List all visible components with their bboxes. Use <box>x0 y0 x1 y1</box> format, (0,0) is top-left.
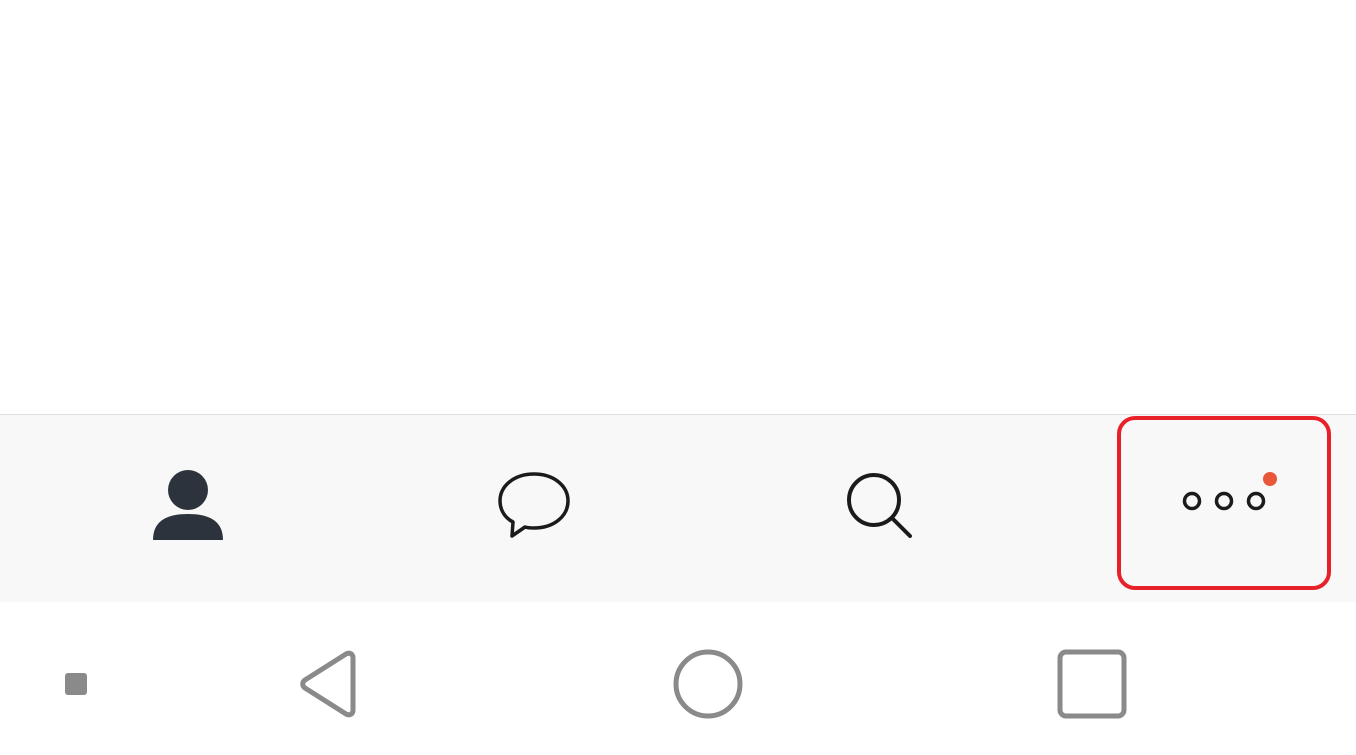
system-nav-bar <box>0 602 1356 755</box>
search-icon <box>844 470 916 547</box>
tab-search[interactable] <box>710 415 1050 602</box>
bottom-tab-bar <box>0 414 1356 602</box>
small-square-button[interactable] <box>56 666 96 706</box>
recents-button[interactable] <box>1052 646 1132 726</box>
home-circle-icon <box>672 648 744 725</box>
back-triangle-icon <box>291 648 361 725</box>
person-icon <box>152 470 224 547</box>
notification-badge <box>1263 472 1277 486</box>
home-button[interactable] <box>668 646 748 726</box>
tab-contacts[interactable] <box>18 415 358 602</box>
small-square-icon <box>64 672 88 701</box>
content-area <box>0 0 1356 414</box>
back-button[interactable] <box>286 646 366 726</box>
chat-bubble-icon <box>497 469 571 548</box>
recents-square-icon <box>1056 648 1128 725</box>
tab-chats[interactable] <box>364 415 704 602</box>
tab-more[interactable] <box>1117 416 1331 590</box>
app-screen <box>0 0 1356 755</box>
more-dots-icon <box>1179 489 1269 518</box>
